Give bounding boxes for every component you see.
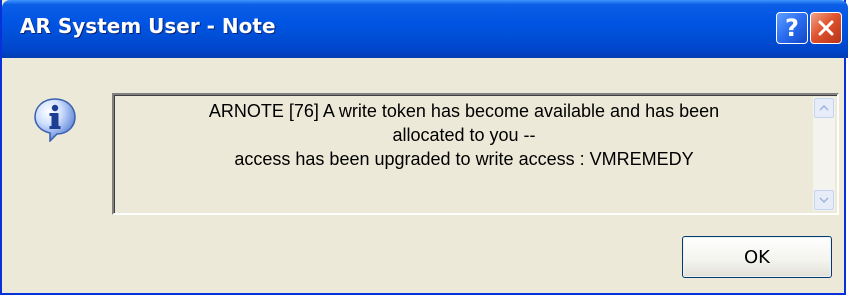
- chevron-up-icon: [819, 104, 829, 111]
- chevron-down-icon: [819, 197, 829, 204]
- message-line: access has been upgraded to write access…: [234, 149, 694, 169]
- close-icon: [818, 20, 834, 36]
- info-icon: [34, 98, 76, 142]
- window-title: AR System User - Note: [20, 14, 276, 38]
- title-bar[interactable]: AR System User - Note ?: [2, 0, 848, 58]
- message-line: ARNOTE [76] A write token has become ava…: [208, 101, 720, 121]
- ok-button[interactable]: OK: [682, 236, 832, 278]
- dialog-window: AR System User - Note ? ARNOTE [76] A wr…: [0, 0, 848, 295]
- message-textbox[interactable]: ARNOTE [76] A write token has become ava…: [112, 93, 839, 215]
- help-button[interactable]: ?: [776, 12, 808, 44]
- scroll-down-button[interactable]: [814, 190, 834, 210]
- vertical-scrollbar[interactable]: [813, 97, 835, 211]
- close-button[interactable]: [810, 12, 842, 44]
- scroll-up-button[interactable]: [814, 98, 834, 118]
- message-line: allocated to you --: [392, 125, 536, 145]
- message-text: ARNOTE [76] A write token has become ava…: [114, 99, 814, 171]
